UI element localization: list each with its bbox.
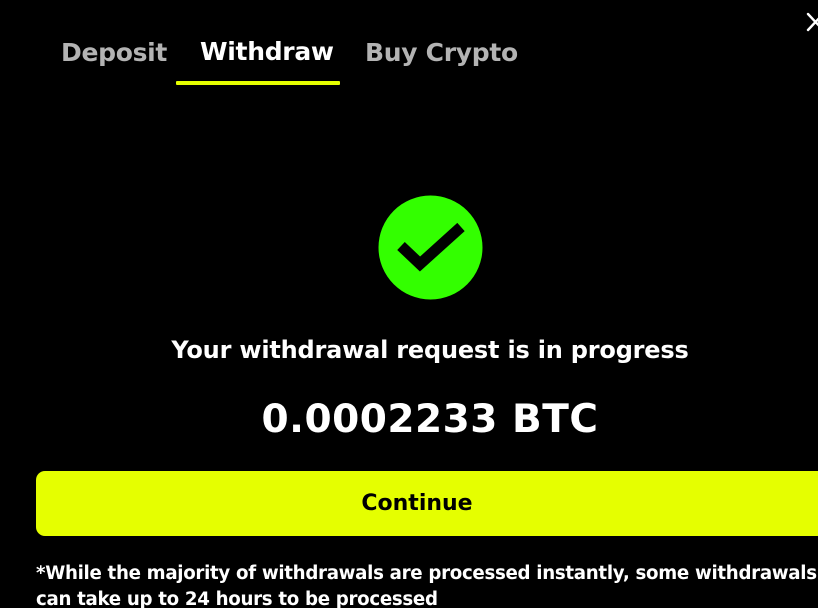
continue-button-label: Continue [361, 491, 473, 516]
tab-buy-crypto[interactable]: Buy Crypto [365, 38, 518, 67]
success-indicator [378, 195, 483, 300]
continue-button[interactable]: Continue [36, 471, 818, 536]
status-message: Your withdrawal request is in progress [171, 336, 689, 364]
active-tab-indicator [176, 81, 340, 85]
check-circle-icon [378, 195, 483, 300]
withdraw-modal: Deposit Withdraw Buy Crypto Your withdra… [0, 0, 818, 608]
close-button[interactable] [803, 10, 818, 34]
withdrawal-disclaimer: *While the majority of withdrawals are p… [36, 563, 817, 608]
close-icon [806, 12, 818, 32]
withdrawal-amount: 0.0002233 BTC [261, 397, 599, 442]
tab-withdraw[interactable]: Withdraw [200, 37, 334, 66]
tab-deposit[interactable]: Deposit [61, 38, 167, 67]
